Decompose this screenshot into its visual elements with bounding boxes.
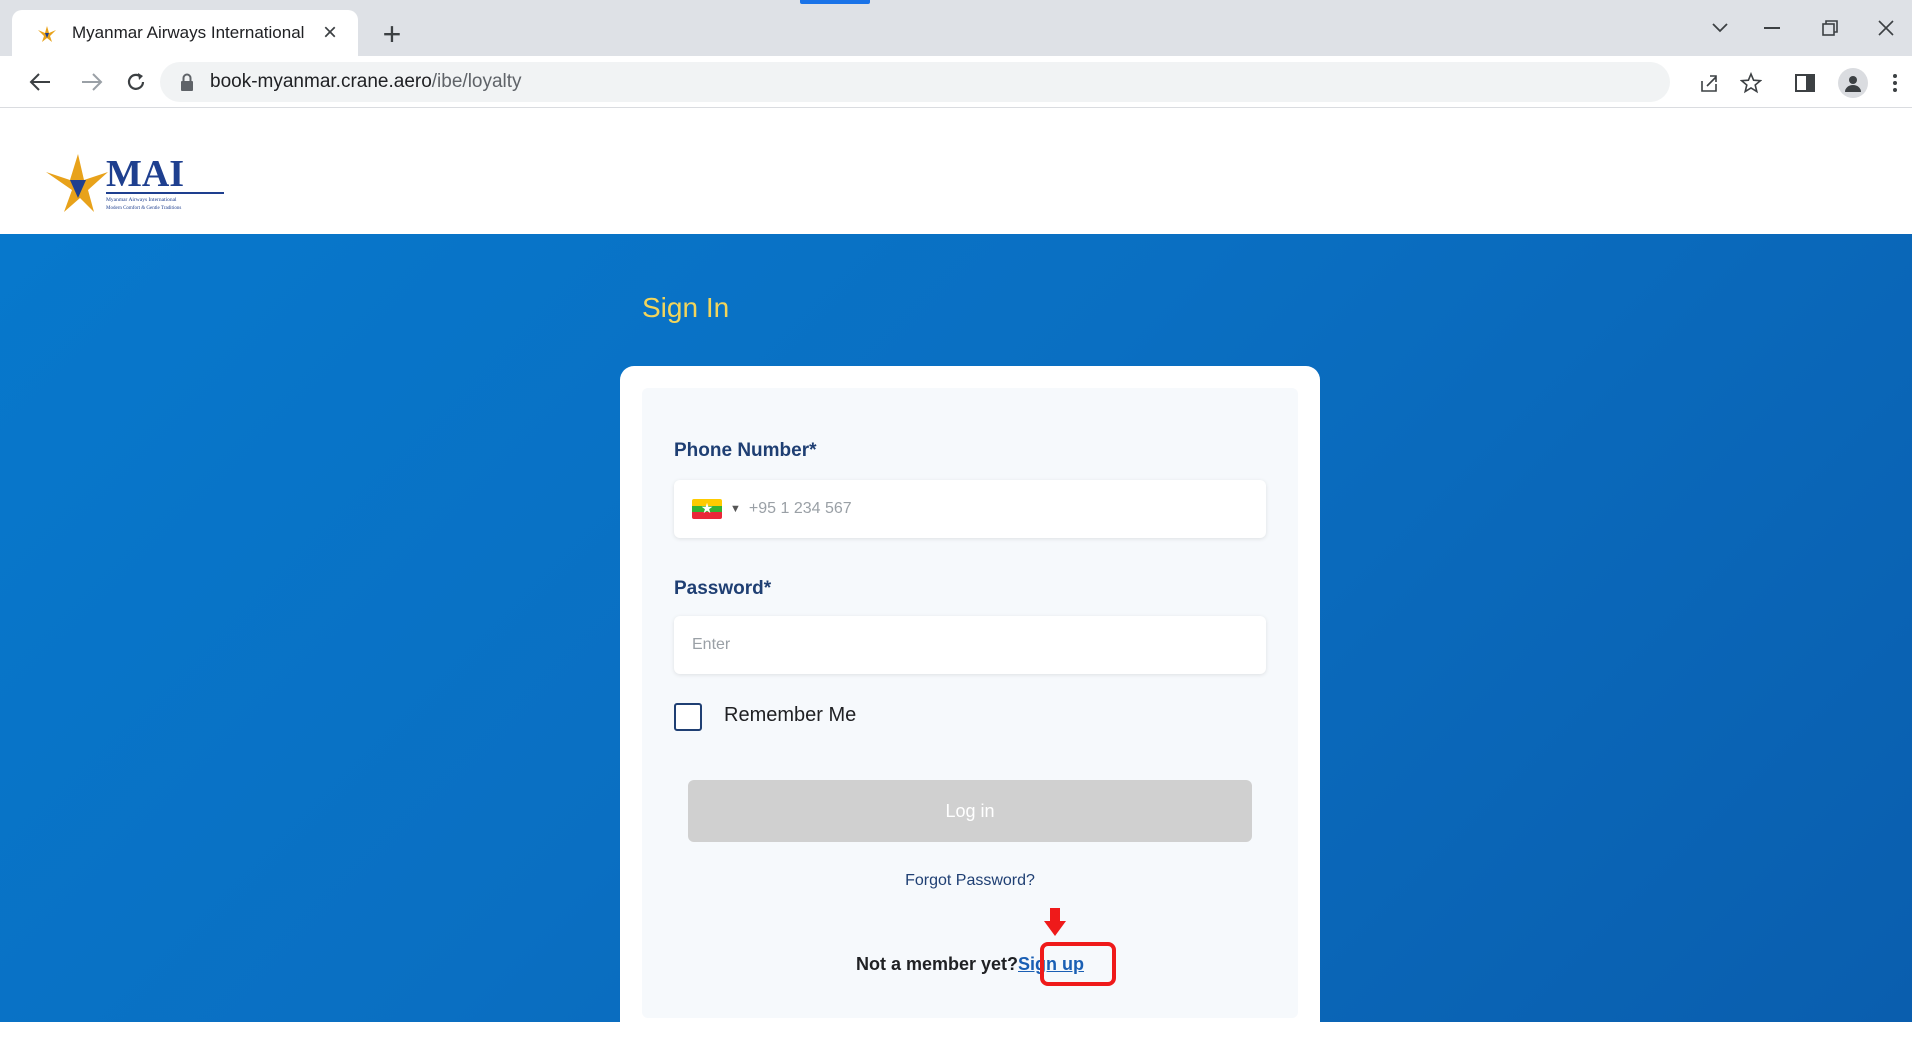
- browser-tabstrip: Myanmar Airways International × +: [0, 0, 1912, 56]
- menu-dots-icon[interactable]: [1880, 68, 1910, 98]
- lock-icon: [181, 73, 193, 91]
- back-arrow-icon[interactable]: [24, 66, 56, 98]
- mai-bird-favicon-icon: [38, 26, 56, 42]
- signin-hero: Sign In Phone Number* ★ ▼ +95 1 234 567 …: [0, 234, 1912, 1056]
- sidepanel-icon[interactable]: [1790, 68, 1820, 98]
- myanmar-flag-icon[interactable]: ★: [692, 499, 722, 519]
- url-path: /ibe/loyalty: [431, 71, 522, 92]
- browser-toolbar: book-myanmar.crane.aero/ibe/loyalty: [0, 56, 1912, 108]
- login-button[interactable]: Log in: [688, 780, 1252, 842]
- password-placeholder: Enter: [692, 636, 731, 653]
- tab-close-icon[interactable]: ×: [316, 19, 344, 47]
- tab-search-chevron-icon[interactable]: [1700, 12, 1740, 44]
- annotation-highlight-box: [1040, 942, 1116, 986]
- url-omnibox[interactable]: book-myanmar.crane.aero/ibe/loyalty: [160, 62, 1670, 102]
- star-icon[interactable]: [1736, 68, 1766, 98]
- phone-input[interactable]: ★ ▼ +95 1 234 567: [674, 480, 1266, 538]
- new-tab-button[interactable]: +: [372, 14, 412, 54]
- browser-tab[interactable]: Myanmar Airways International ×: [12, 10, 358, 56]
- signup-row: Not a member yet?Sign up: [642, 954, 1298, 975]
- site-header: MAI Myanmar Airways International Modern…: [0, 108, 1912, 234]
- annotation-down-arrow-icon: [1044, 908, 1066, 936]
- phone-placeholder: +95 1 234 567: [748, 500, 852, 517]
- signin-card: Phone Number* ★ ▼ +95 1 234 567 Password…: [620, 366, 1320, 1056]
- reload-icon[interactable]: [120, 66, 152, 98]
- forgot-password-link[interactable]: Forgot Password?: [642, 872, 1298, 890]
- phone-label: Phone Number*: [674, 440, 817, 461]
- password-input[interactable]: Enter: [674, 616, 1266, 674]
- remember-me-label[interactable]: Remember Me: [724, 704, 856, 727]
- country-dropdown-caret-icon[interactable]: ▼: [730, 503, 741, 515]
- signin-form: Phone Number* ★ ▼ +95 1 234 567 Password…: [642, 388, 1298, 1018]
- close-window-icon[interactable]: [1866, 12, 1906, 44]
- share-icon[interactable]: [1694, 68, 1724, 98]
- minimize-icon[interactable]: [1752, 12, 1792, 44]
- profile-icon[interactable]: [1838, 68, 1868, 98]
- logo-subtitle-1: Myanmar Airways International: [106, 197, 177, 203]
- signin-heading: Sign In: [642, 292, 730, 323]
- logo-text: MAI: [106, 153, 184, 195]
- url-host: book-myanmar.crane.aero: [210, 71, 432, 92]
- remember-me-checkbox[interactable]: [674, 703, 702, 731]
- forward-arrow-icon[interactable]: [76, 66, 108, 98]
- logo-subtitle-2: Modern Comfort & Gentle Traditions: [106, 206, 181, 211]
- tab-loading-indicator: [800, 0, 870, 4]
- password-label: Password*: [674, 578, 772, 599]
- restore-icon[interactable]: [1810, 12, 1850, 44]
- mai-logo[interactable]: MAI Myanmar Airways International Modern…: [44, 142, 244, 222]
- tab-title: Myanmar Airways International: [72, 23, 305, 42]
- not-member-text: Not a member yet?: [855, 954, 1019, 974]
